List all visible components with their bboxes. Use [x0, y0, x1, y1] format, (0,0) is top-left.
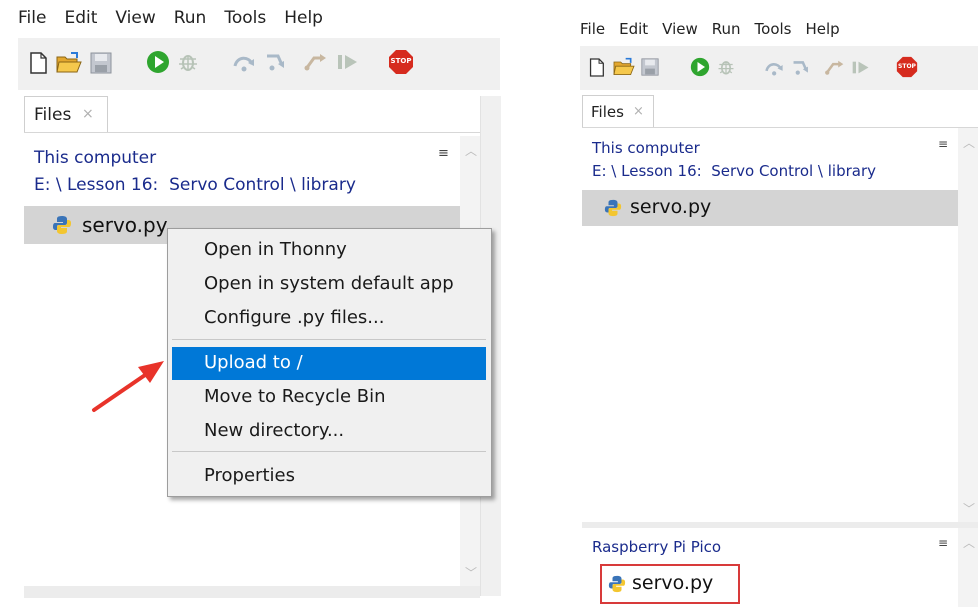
toolbar: STOP: [580, 46, 978, 90]
menu-item-properties[interactable]: Properties: [204, 465, 295, 486]
this-computer-label: This computer: [592, 139, 700, 157]
device-files-panel: Raspberry Pi Pico ≡ servo.py: [582, 528, 958, 607]
menu-help[interactable]: Help: [806, 20, 840, 38]
step-into-icon[interactable]: [791, 59, 813, 76]
tab-strip-divider: [24, 132, 500, 133]
scroll-up-icon[interactable]: ︿: [963, 134, 975, 151]
files-tab[interactable]: Files ×: [582, 95, 654, 128]
stop-icon[interactable]: STOP: [896, 56, 918, 78]
menu-item-new-directory[interactable]: New directory...: [204, 420, 344, 441]
resume-icon[interactable]: [851, 59, 871, 76]
files-tab[interactable]: Files ×: [24, 96, 108, 133]
left-window: File Edit View Run Tools Help STOP Files…: [0, 0, 508, 607]
close-icon[interactable]: ×: [633, 104, 644, 119]
menu-view[interactable]: View: [115, 8, 155, 28]
run-icon[interactable]: [690, 57, 710, 77]
open-folder-icon[interactable]: [56, 51, 82, 75]
new-file-icon[interactable]: [28, 52, 48, 74]
panel-menu-icon[interactable]: ≡: [438, 146, 449, 161]
step-out-icon[interactable]: [302, 52, 328, 72]
scroll-up-icon[interactable]: ︿: [963, 534, 975, 551]
new-file-icon[interactable]: [588, 58, 605, 77]
stop-label: STOP: [898, 63, 916, 70]
save-icon[interactable]: [641, 58, 659, 76]
debug-icon[interactable]: [176, 50, 200, 74]
step-over-icon[interactable]: [764, 59, 786, 76]
menu-item-open-system-default[interactable]: Open in system default app: [204, 273, 454, 294]
path-breadcrumb[interactable]: E: \ Lesson 16: Servo Control \ library: [592, 162, 876, 180]
device-file-name: servo.py: [632, 572, 714, 594]
files-tab-label: Files: [34, 105, 72, 125]
open-folder-icon[interactable]: [613, 57, 635, 77]
python-file-icon: [53, 216, 71, 234]
scroll-down-icon[interactable]: ﹀: [963, 500, 975, 517]
stop-label: STOP: [390, 57, 412, 65]
context-menu: Open in Thonny Open in system default ap…: [167, 228, 492, 497]
python-file-icon: [604, 199, 622, 217]
menu-item-open-in-thonny[interactable]: Open in Thonny: [204, 239, 347, 260]
menu-view[interactable]: View: [662, 20, 698, 38]
menu-tools[interactable]: Tools: [755, 20, 792, 38]
file-name: servo.py: [630, 196, 712, 218]
menu-item-upload-label: Upload to /: [204, 352, 303, 373]
menu-item-upload-to-root[interactable]: Upload to /: [172, 347, 486, 380]
menu-tools[interactable]: Tools: [224, 8, 266, 28]
scroll-up-icon[interactable]: ︿: [465, 142, 477, 159]
device-files-scrollbar[interactable]: ︿: [958, 528, 978, 607]
this-computer-label: This computer: [34, 148, 157, 168]
panel-menu-icon[interactable]: ≡: [938, 137, 948, 151]
save-icon[interactable]: [90, 52, 112, 74]
menu-run[interactable]: Run: [174, 8, 207, 28]
menu-item-move-to-recycle-bin[interactable]: Move to Recycle Bin: [204, 386, 386, 407]
step-out-icon[interactable]: [823, 59, 845, 76]
menu-edit[interactable]: Edit: [619, 20, 648, 38]
toolbar: STOP: [18, 38, 500, 90]
menu-file[interactable]: File: [18, 8, 46, 28]
device-label: Raspberry Pi Pico: [592, 538, 722, 556]
menu-edit[interactable]: Edit: [64, 8, 97, 28]
menu-bar: File Edit View Run Tools Help: [580, 20, 840, 38]
local-files-scrollbar[interactable]: ︿ ﹀: [958, 128, 978, 522]
scroll-down-icon[interactable]: ﹀: [465, 564, 477, 581]
debug-icon[interactable]: [716, 57, 736, 77]
file-name: servo.py: [82, 213, 168, 237]
python-file-icon: [608, 575, 626, 593]
menu-item-configure-py-files[interactable]: Configure .py files...: [204, 307, 384, 328]
annotation-arrow: [92, 361, 164, 412]
menu-file[interactable]: File: [580, 20, 605, 38]
device-file-row-servo[interactable]: servo.py: [600, 564, 740, 604]
menu-bar: File Edit View Run Tools Help: [18, 8, 323, 28]
local-files-panel: This computer E: \ Lesson 16: Servo Cont…: [582, 128, 958, 522]
run-icon[interactable]: [146, 50, 170, 74]
menu-separator: [172, 339, 486, 340]
menu-run[interactable]: Run: [712, 20, 741, 38]
panel-menu-icon[interactable]: ≡: [938, 536, 948, 550]
resume-icon[interactable]: [336, 52, 360, 72]
path-breadcrumb[interactable]: E: \ Lesson 16: Servo Control \ library: [34, 175, 356, 195]
step-over-icon[interactable]: [232, 52, 258, 72]
files-tab-label: Files: [591, 103, 624, 121]
file-row-servo[interactable]: servo.py: [582, 190, 958, 226]
menu-separator: [172, 451, 486, 452]
menu-help[interactable]: Help: [284, 8, 323, 28]
right-window: File Edit View Run Tools Help STOP Files…: [570, 0, 978, 607]
step-into-icon[interactable]: [264, 52, 290, 72]
bottom-edge-strip: [24, 586, 480, 598]
close-icon[interactable]: ×: [82, 106, 94, 122]
stop-icon[interactable]: STOP: [388, 49, 414, 75]
